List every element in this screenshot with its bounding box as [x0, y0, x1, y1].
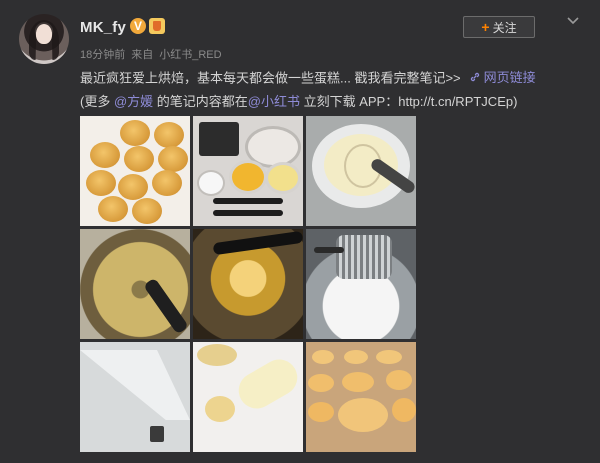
photo-baked-cookies[interactable]: [80, 116, 190, 226]
mention-user-link[interactable]: @方媛: [114, 94, 153, 109]
weblink-label: 网页链接: [483, 70, 536, 85]
post-text[interactable]: 最近疯狂爱上烘焙，基本每天都会做一些蛋糕... 戳我看完整笔记>>: [80, 71, 461, 86]
photo-butter-mixing[interactable]: [80, 229, 190, 339]
photo-tray-cookies[interactable]: [306, 342, 416, 452]
mention-app-link[interactable]: @小红书: [248, 94, 300, 109]
photo-whisk-bowl[interactable]: [306, 116, 416, 226]
follow-label: 关注: [492, 20, 517, 35]
photo-egg-yolk-mixing[interactable]: [193, 229, 303, 339]
verified-v-icon: V: [130, 18, 146, 34]
line2-mid: 的笔记内容都在: [153, 94, 248, 109]
photo-piping-dough[interactable]: [193, 342, 303, 452]
photo-ingredients[interactable]: [193, 116, 303, 226]
plus-icon: +: [481, 19, 490, 35]
chevron-down-icon[interactable]: [566, 14, 580, 28]
username-link[interactable]: MK_fy: [80, 19, 126, 36]
avatar-face: [36, 24, 52, 44]
photo-piping-bag[interactable]: [80, 342, 190, 452]
line2-suffix: 立刻下载 APP：http://t.cn/RPTJCEp): [299, 94, 518, 109]
line2-prefix: (更多: [80, 94, 114, 109]
weblink[interactable]: 网页链接: [469, 67, 536, 86]
photo-sifting-flour[interactable]: [306, 229, 416, 339]
post-text-line-2: (更多 @方媛 的笔记内容都在@小红书 立刻下载 APP：http://t.cn…: [80, 91, 517, 110]
level-badge-icon: [149, 18, 165, 34]
follow-button[interactable]: + 关注: [463, 16, 535, 38]
post-time[interactable]: 18分钟前: [80, 49, 125, 61]
post-from-label: 来自: [131, 49, 154, 61]
post-text-line-1: 最近疯狂爱上烘焙，基本每天都会做一些蛋糕... 戳我看完整笔记>> 网页链接: [80, 67, 536, 87]
avatar[interactable]: [19, 14, 69, 64]
post-source[interactable]: 小红书_RED: [159, 49, 221, 61]
image-grid: [80, 116, 417, 453]
link-icon: [470, 72, 479, 81]
post-meta: 18分钟前 来自 小红书_RED: [80, 46, 228, 62]
